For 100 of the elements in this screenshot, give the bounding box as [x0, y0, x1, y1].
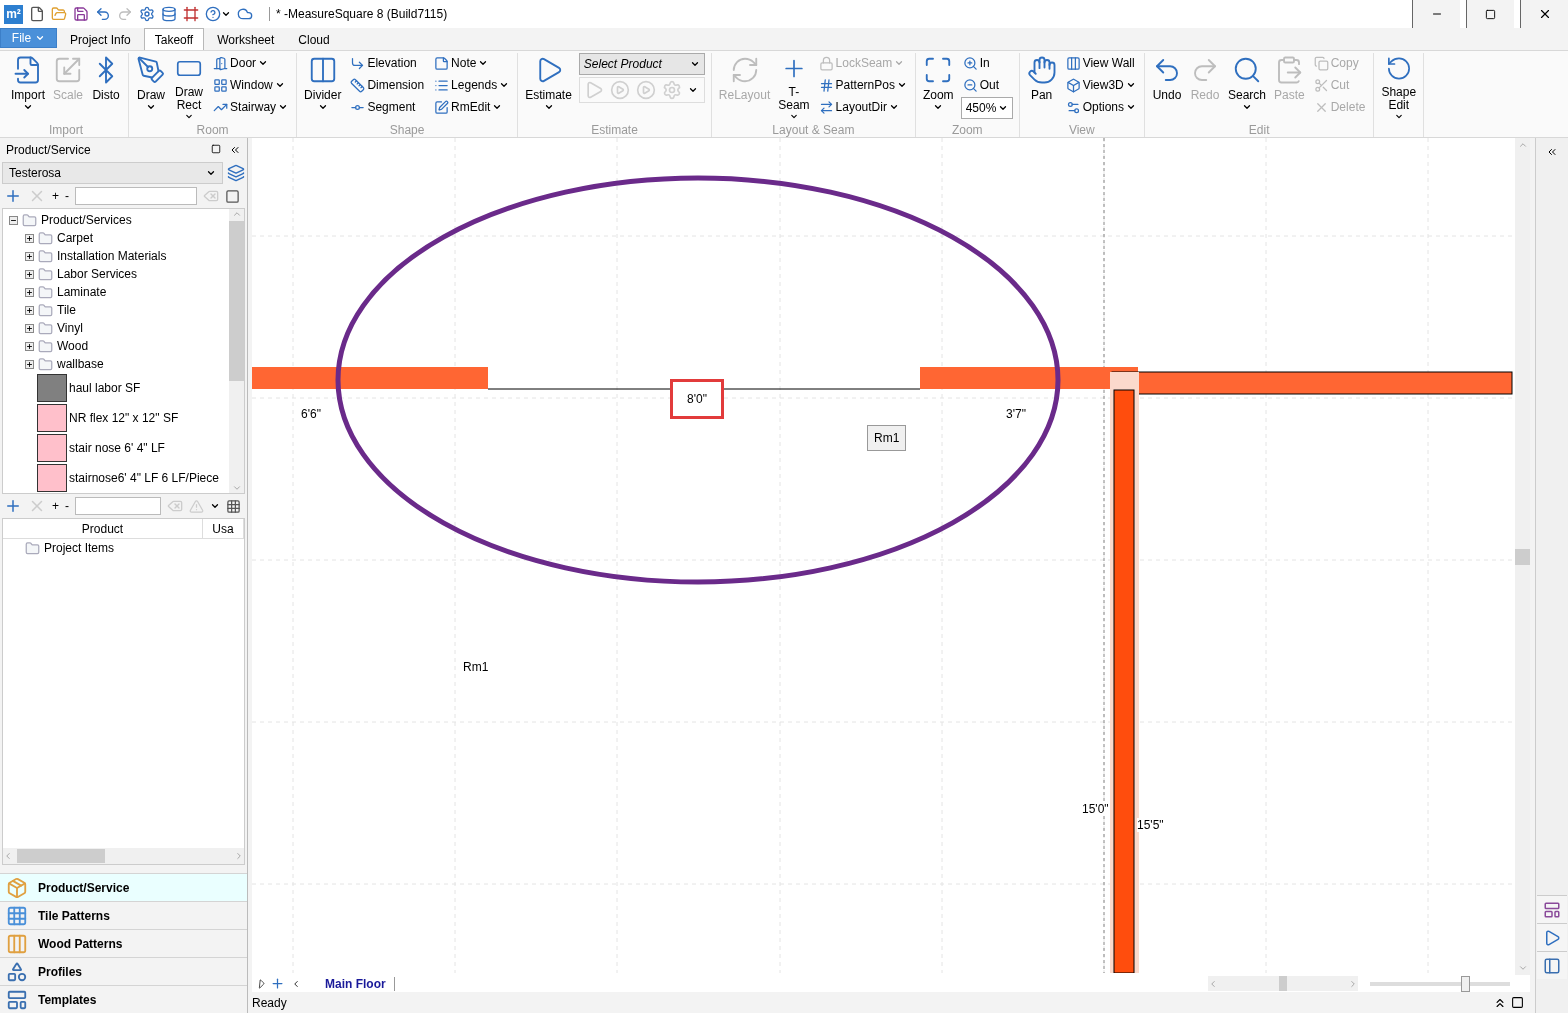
quick-access-button[interactable] — [139, 4, 155, 24]
nav-button[interactable]: Product/Service — [0, 873, 247, 901]
scroll-thumb[interactable] — [1515, 548, 1530, 565]
ribbon-button[interactable]: Undo — [1149, 53, 1185, 123]
tree-item[interactable]: stairnose6' 4" LF 6 LF/Piece — [69, 471, 219, 485]
ribbon-button[interactable]: Estimate — [522, 53, 575, 123]
quick-access-button[interactable] — [205, 4, 231, 24]
minimize-button[interactable] — [1412, 0, 1460, 28]
tree-item[interactable]: NR flex 12" x 12" SF — [69, 411, 179, 425]
tree-item[interactable]: Project Items — [44, 541, 115, 555]
floor-tab[interactable]: Main Floor — [317, 976, 395, 991]
panel-button[interactable] — [1537, 951, 1567, 979]
nav-button[interactable]: Wood Patterns — [0, 929, 247, 957]
layers-icon[interactable] — [227, 164, 245, 182]
expand-icon[interactable] — [25, 287, 34, 297]
ribbon-button[interactable]: View3D — [1063, 75, 1138, 95]
dimension-label[interactable]: 15'5" — [1137, 818, 1164, 832]
ribbon-tab[interactable]: Takeoff — [143, 28, 205, 50]
toolbar-button[interactable]: - — [65, 499, 69, 513]
column-header[interactable]: Usa — [203, 519, 244, 538]
wall[interactable] — [1111, 371, 1513, 395]
collapse-icon[interactable] — [9, 215, 18, 225]
ribbon-button[interactable]: Segment — [348, 97, 427, 117]
ribbon-button[interactable]: PatternPos — [816, 75, 909, 95]
ribbon-button[interactable]: Legends — [432, 75, 512, 95]
scroll-thumb[interactable] — [17, 849, 105, 863]
quick-access-button[interactable] — [29, 4, 45, 24]
add-icon[interactable] — [4, 187, 22, 205]
tree-item[interactable]: Tile — [57, 303, 76, 317]
restore-icon[interactable] — [1511, 995, 1524, 1009]
restore-icon[interactable] — [211, 144, 221, 154]
ribbon-button[interactable]: Note — [432, 53, 512, 73]
toolbar-button[interactable]: - — [65, 189, 69, 203]
tree-item[interactable]: Wood — [57, 339, 89, 353]
tree-item[interactable]: Laminate — [57, 285, 107, 299]
maximize-button[interactable] — [1466, 0, 1514, 28]
slider-thumb[interactable] — [1461, 975, 1471, 992]
room-label[interactable]: Rm1 — [867, 425, 907, 451]
dropdown[interactable]: Select Product — [578, 53, 705, 75]
quick-access-button[interactable] — [183, 4, 199, 24]
add-icon[interactable] — [270, 976, 285, 991]
dimension-label[interactable]: 8'0" — [670, 379, 724, 419]
expand-icon[interactable] — [25, 269, 34, 279]
ribbon-button[interactable]: Shape Edit — [1378, 53, 1420, 123]
ribbon-button[interactable]: Disto — [88, 53, 125, 123]
close-button[interactable] — [1520, 0, 1568, 28]
expand-icon[interactable] — [25, 233, 34, 243]
collapse-icon[interactable] — [1546, 146, 1558, 158]
dimension-label[interactable]: 15'0" — [1082, 802, 1109, 816]
collapse-icon[interactable] — [229, 144, 241, 156]
quick-access-button[interactable] — [161, 4, 177, 24]
scroll-thumb[interactable] — [1279, 976, 1287, 991]
tree-item[interactable]: Labor Services — [57, 267, 138, 281]
room-label[interactable]: Rm1 — [463, 660, 489, 674]
expand-icon[interactable] — [25, 359, 34, 369]
tree-item[interactable]: stair nose 6' 4" LF — [69, 441, 165, 455]
tree-item[interactable]: Installation Materials — [57, 249, 167, 263]
tree-item[interactable]: wallbase — [57, 357, 104, 371]
ribbon-button[interactable]: T-Seam — [775, 53, 813, 123]
quick-access-button[interactable] — [73, 4, 89, 24]
ribbon-button[interactable]: Divider — [301, 53, 345, 123]
ribbon-button[interactable]: Search — [1225, 53, 1269, 123]
drawing-canvas[interactable]: 6'6" 8'0" 3'7" 15'0" 15'5" Rm1 Rm1 — [252, 138, 1515, 975]
ribbon-button[interactable]: Dimension — [348, 75, 427, 95]
ribbon-button[interactable]: Zoom — [919, 53, 957, 123]
tree-item[interactable]: haul labor SF — [69, 381, 141, 395]
ribbon-button[interactable]: Options — [1063, 97, 1138, 117]
panel-button[interactable] — [1537, 895, 1567, 923]
expand-icon[interactable] — [25, 305, 34, 315]
ribbon-button[interactable]: Door — [211, 53, 291, 73]
tree-item[interactable]: Vinyl — [57, 321, 83, 335]
ribbon-button[interactable]: Draw Rect — [171, 53, 208, 123]
add-icon[interactable] — [4, 497, 22, 515]
expand-icon[interactable] — [25, 323, 34, 333]
ribbon-button[interactable]: Stairway — [211, 97, 291, 117]
ribbon-button[interactable]: Import — [8, 53, 48, 123]
ribbon-button[interactable]: Out — [960, 75, 1013, 95]
toolbar-button[interactable]: + — [52, 189, 59, 203]
search-field[interactable] — [75, 187, 197, 205]
column-header[interactable]: Product — [3, 519, 203, 538]
ribbon-button[interactable]: Draw — [133, 53, 170, 123]
dimension-label[interactable]: 6'6" — [301, 407, 321, 421]
dimension-label[interactable]: 3'7" — [1006, 407, 1026, 421]
wall[interactable] — [1110, 372, 1139, 973]
expand-icon[interactable] — [25, 341, 34, 351]
ribbon-button[interactable]: LayoutDir — [816, 97, 909, 117]
nav-button[interactable]: Templates — [0, 985, 247, 1013]
frame-icon[interactable] — [225, 188, 240, 204]
catalog-dropdown[interactable]: Testerosa — [2, 162, 223, 184]
grid-icon[interactable] — [226, 498, 241, 514]
search-field[interactable] — [75, 497, 161, 515]
dropdown[interactable]: 450% — [960, 97, 1013, 119]
tree-item[interactable]: Product/Services — [41, 213, 132, 227]
ribbon-button[interactable]: In — [960, 53, 1013, 73]
scroll-thumb[interactable] — [229, 221, 244, 381]
ribbon-button[interactable]: Elevation — [348, 53, 427, 73]
nav-button[interactable]: Tile Patterns — [0, 901, 247, 929]
toolbar-button[interactable]: + — [52, 499, 59, 513]
panel-button[interactable] — [1537, 923, 1567, 951]
tree-item[interactable]: Carpet — [57, 231, 94, 245]
